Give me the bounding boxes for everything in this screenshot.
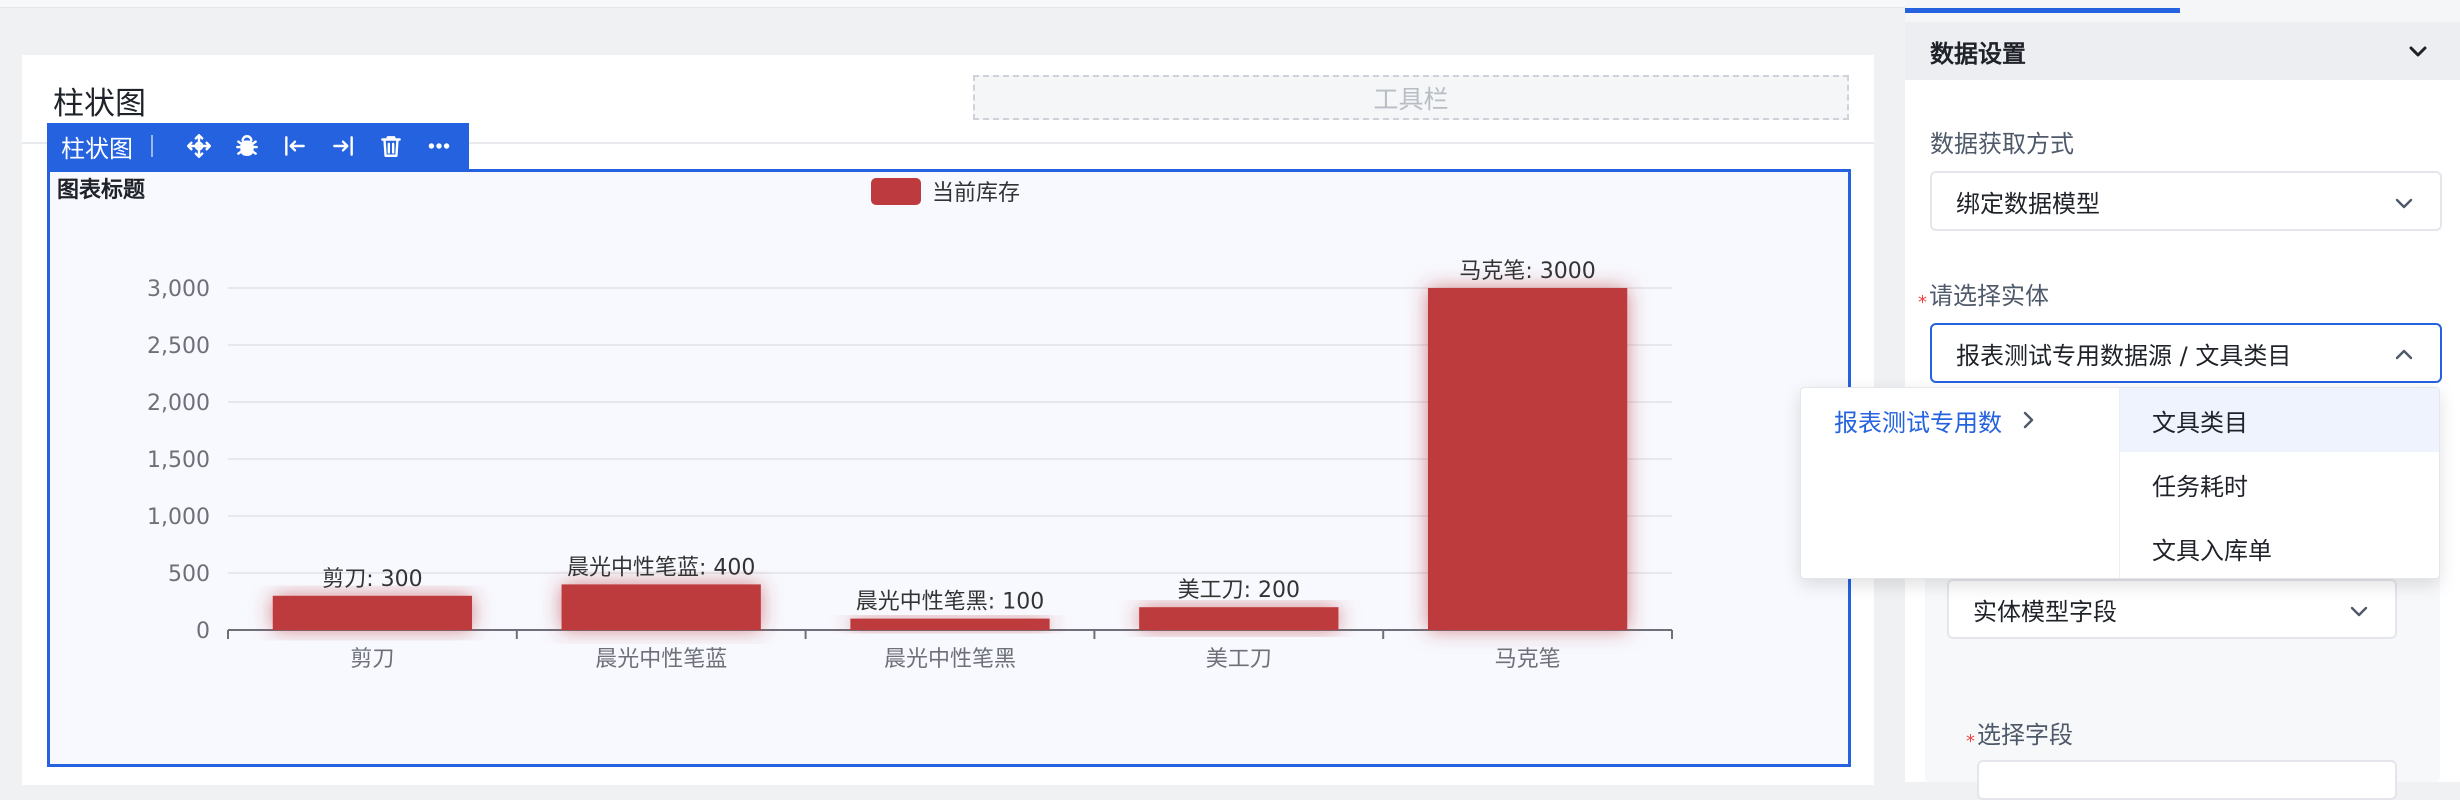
data-label: 晨光中性笔黑: 100 (856, 590, 1044, 615)
data-labels: 剪刀: 300 晨光中性笔蓝: 400 晨光中性笔黑: 100 美工刀: 200 马克笔… (322, 259, 1596, 615)
bar[interactable] (561, 584, 761, 630)
cascader-dropdown: 报表测试专用数 文具类目 任务耗时 文具入库单 (1800, 387, 2440, 579)
data-label: 晨光中性笔蓝: 400 (567, 555, 755, 580)
legend-swatch[interactable] (871, 178, 921, 205)
required-mark: * (1966, 731, 1975, 752)
entity-label-text: 请选择实体 (1929, 282, 2049, 310)
x-tick-label: 马克笔 (1495, 647, 1561, 672)
chevron-down-icon (2392, 191, 2416, 221)
entity-label: *请选择实体 (1918, 276, 2049, 313)
component-toolbar: 柱状图 (47, 123, 469, 169)
active-tab-indicator (1905, 8, 2180, 13)
component-toolbar-name: 柱状图 (61, 134, 133, 163)
bar[interactable] (272, 595, 473, 630)
select-field-input[interactable] (1977, 760, 2397, 800)
more-icon[interactable] (415, 123, 463, 169)
section-title: 数据设置 (1930, 39, 2026, 68)
y-axis: 0 500 1,000 1,500 2,000 2,500 3,000 (147, 277, 210, 644)
align-left-icon[interactable] (271, 123, 319, 169)
chevron-down-icon[interactable] (2406, 39, 2430, 69)
required-mark: * (1918, 292, 1927, 313)
data-label: 剪刀: 300 (322, 567, 422, 592)
chevron-down-icon (2347, 599, 2371, 629)
cascader-option-stationery-inbound[interactable]: 文具入库单 (2120, 516, 2439, 580)
entity-select[interactable]: 报表测试专用数据源 / 文具类目 (1930, 323, 2442, 383)
cascader-level-1: 报表测试专用数 (1801, 388, 2120, 578)
fetch-method-select[interactable]: 绑定数据模型 (1930, 171, 2442, 231)
x-axis: 剪刀 晨光中性笔蓝 晨光中性笔黑 美工刀 马克笔 (227, 630, 1673, 672)
chevron-right-icon (2016, 408, 2040, 438)
top-strip (0, 0, 1905, 8)
fetch-method-value: 绑定数据模型 (1956, 189, 2100, 218)
cascader-option-datasource[interactable]: 报表测试专用数 (1801, 388, 2119, 452)
cascader-option-stationery-category[interactable]: 文具类目 (2120, 388, 2439, 452)
toolbar-divider (151, 135, 153, 157)
select-field-label: *选择字段 (1966, 715, 2073, 752)
bar[interactable] (1427, 288, 1628, 630)
x-tick-label: 美工刀 (1206, 647, 1272, 672)
toolbar-placeholder[interactable]: 工具栏 (973, 75, 1849, 120)
y-tick-label: 1,000 (147, 505, 210, 530)
cascader-level-2: 文具类目 任务耗时 文具入库单 (2120, 388, 2439, 578)
chevron-up-icon (2392, 343, 2416, 373)
field-type-select[interactable]: 实体模型字段 (1947, 579, 2397, 639)
bar[interactable] (1139, 607, 1339, 630)
x-tick-label: 晨光中性笔黑 (884, 647, 1016, 672)
entity-value: 报表测试专用数据源 / 文具类目 (1956, 341, 2292, 370)
field-type-value: 实体模型字段 (1973, 597, 2117, 626)
section-header[interactable]: 数据设置 (1905, 22, 2460, 80)
y-tick-label: 0 (196, 619, 210, 644)
fetch-method-label: 数据获取方式 (1930, 130, 2074, 158)
align-right-icon[interactable] (319, 123, 367, 169)
y-tick-label: 2,000 (147, 391, 210, 416)
data-label: 马克笔: 3000 (1459, 259, 1595, 284)
chart-title: 图表标题 (57, 177, 146, 203)
y-tick-label: 500 (168, 562, 210, 587)
x-tick-label: 晨光中性笔蓝 (595, 647, 727, 672)
move-icon[interactable] (175, 123, 223, 169)
debug-icon[interactable] (223, 123, 271, 169)
component-title: 柱状图 (53, 86, 146, 122)
cascader-option-label: 报表测试专用数 (1834, 408, 2002, 437)
data-label: 美工刀: 200 (1178, 578, 1300, 603)
x-tick-label: 剪刀 (350, 647, 394, 672)
select-field-label-text: 选择字段 (1977, 721, 2073, 749)
delete-icon[interactable] (367, 123, 415, 169)
bar[interactable] (850, 618, 1050, 630)
cascader-option-task-duration[interactable]: 任务耗时 (2120, 452, 2439, 516)
legend-label[interactable]: 当前库存 (932, 181, 1020, 206)
y-tick-label: 2,500 (147, 334, 210, 359)
bar-chart: 图表标题 当前库存 05001,0001,5002,0002,5003,000 … (57, 177, 1673, 672)
y-tick-label: 3,000 (147, 277, 210, 302)
y-tick-label: 1,500 (147, 448, 210, 473)
